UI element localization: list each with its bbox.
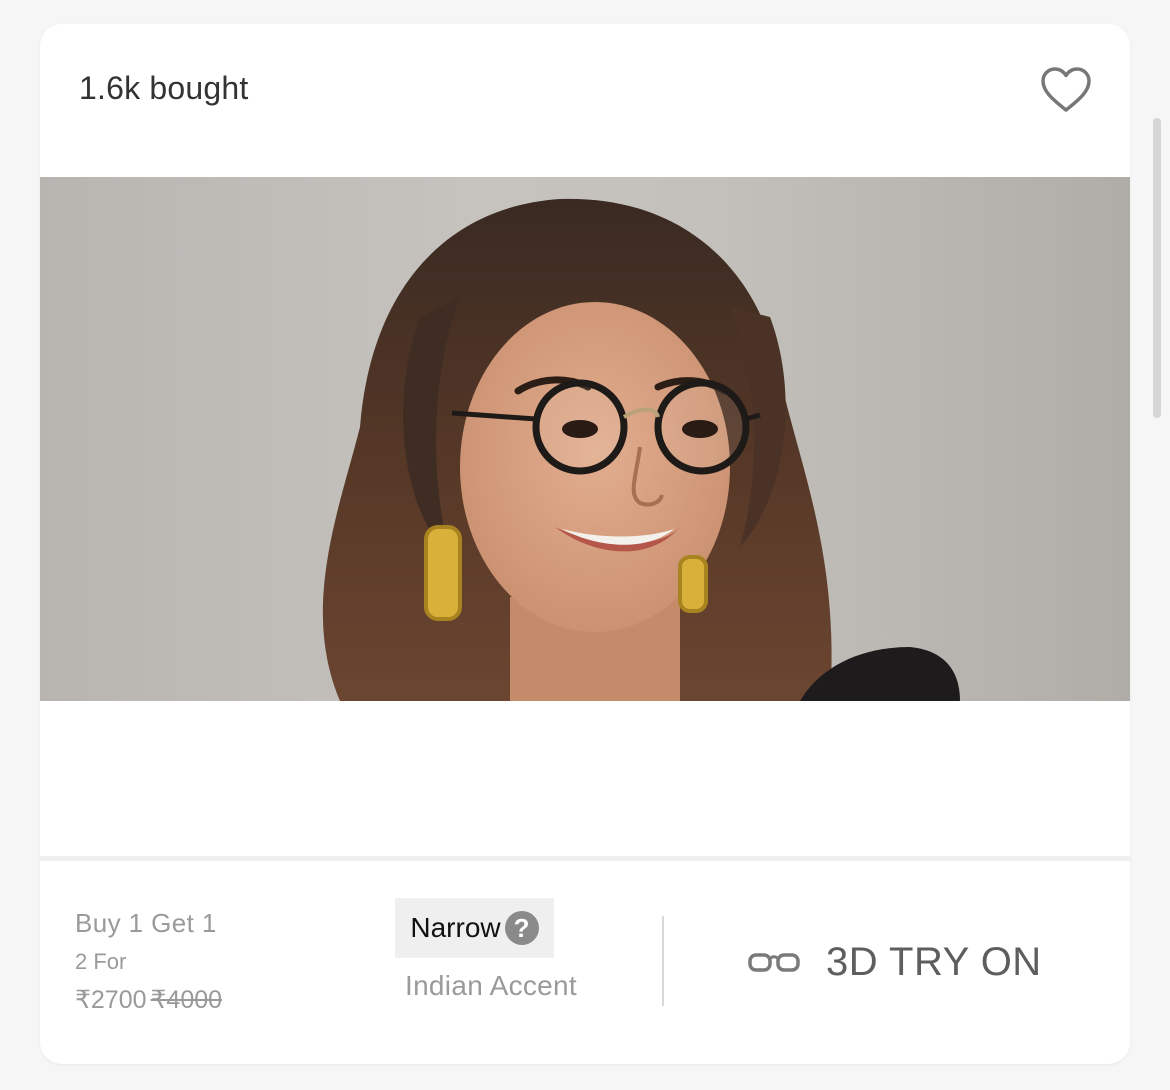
wishlist-button[interactable]: [1036, 62, 1096, 118]
frame-width-badge[interactable]: Narrow ?: [395, 898, 554, 958]
product-card[interactable]: 1.6k bought Buy 1 Get 1 2 For ₹2700 ₹400…: [40, 24, 1130, 1064]
original-price: ₹4000: [150, 986, 223, 1014]
offer-price: ₹2700: [75, 986, 147, 1014]
heart-outline-icon: [1041, 67, 1091, 112]
bought-count: 1.6k bought: [79, 70, 249, 106]
price-row: ₹2700 ₹4000: [75, 985, 222, 1015]
vertical-divider: [662, 916, 664, 1006]
frame-width-label: Narrow: [410, 912, 501, 943]
model-photo: [322, 198, 960, 701]
offer-headline: Buy 1 Get 1: [75, 908, 217, 938]
offer-block: Buy 1 Get 1 2 For ₹2700 ₹4000: [75, 908, 222, 1015]
glasses-icon: [748, 953, 800, 972]
3d-try-on-button[interactable]: 3D TRY ON: [748, 936, 1042, 988]
product-image[interactable]: [40, 177, 1130, 701]
question-mark-icon[interactable]: ?: [504, 911, 539, 945]
section-divider: [40, 856, 1130, 861]
brand-name: Indian Accent: [404, 970, 578, 1001]
try-on-label: 3D TRY ON: [826, 939, 1042, 984]
scrollbar[interactable]: [1153, 118, 1161, 418]
offer-bundle: 2 For: [75, 949, 127, 974]
